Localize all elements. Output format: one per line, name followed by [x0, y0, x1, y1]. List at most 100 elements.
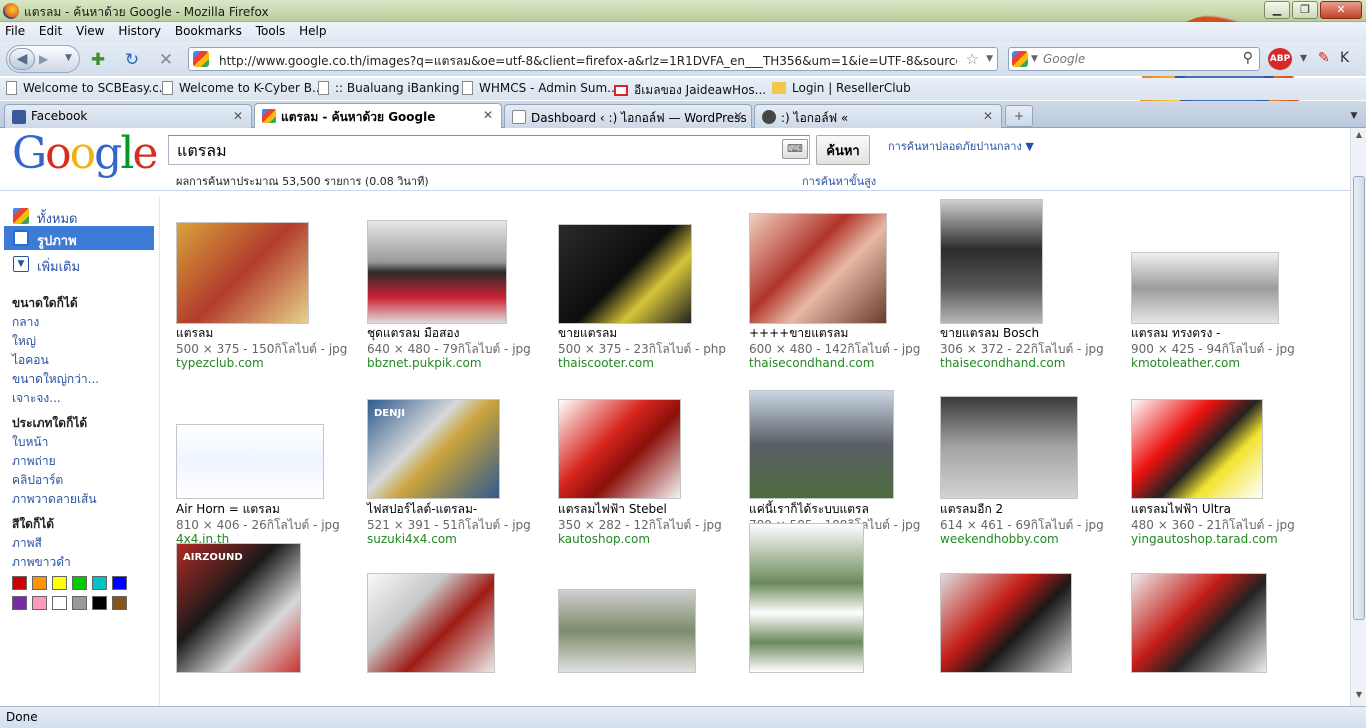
tab-facebook[interactable]: Facebook ✕ — [4, 104, 252, 128]
sidebar-item-all[interactable]: ทั้งหมด — [4, 204, 154, 228]
result-thumbnail[interactable]: AIRZOUND — [176, 543, 301, 673]
color-swatch[interactable] — [12, 596, 27, 610]
addon-icon[interactable]: ✎ — [1318, 50, 1330, 66]
sidebar-item-images[interactable]: รูปภาพ — [4, 226, 154, 250]
browser-search-input[interactable] — [1043, 51, 1233, 67]
search-button[interactable]: ค้นหา — [816, 135, 870, 165]
scroll-up-icon[interactable]: ▲ — [1353, 130, 1365, 144]
result-thumbnail[interactable] — [176, 222, 309, 324]
scroll-down-icon[interactable]: ▼ — [1353, 690, 1365, 704]
url-dropdown-icon[interactable]: ▼ — [986, 54, 993, 64]
url-text[interactable]: http://www.google.co.th/images?q=แตรลม&o… — [219, 52, 957, 71]
close-window-button[interactable]: ✕ — [1320, 1, 1362, 19]
type-filter-lineart[interactable]: ภาพวาดลายเส้น — [12, 490, 97, 509]
abp-dropdown-icon[interactable]: ▾ — [1300, 50, 1307, 66]
history-dropdown-icon[interactable]: ▼ — [65, 53, 72, 63]
color-swatch[interactable] — [72, 596, 87, 610]
color-swatch[interactable] — [52, 596, 67, 610]
browser-search-bar[interactable]: ▼ ⚲ — [1008, 47, 1260, 71]
size-filter-medium[interactable]: กลาง — [12, 313, 39, 332]
result-thumbnail[interactable] — [749, 213, 887, 324]
bookmark-item[interactable]: WHMCS - Admin Sum... — [462, 81, 619, 95]
close-tab-icon[interactable]: ✕ — [483, 108, 493, 122]
result-thumbnail[interactable] — [558, 399, 681, 499]
bookmark-item[interactable]: Welcome to SCBEasy.c... — [6, 81, 170, 95]
tab-wordpress-dashboard[interactable]: Dashboard ‹ :) ไอกอล์ฟ — WordPress ✕ — [504, 104, 752, 128]
bookmark-item[interactable]: :: Bualuang iBanking :: — [318, 81, 471, 95]
menu-file[interactable]: File — [0, 22, 30, 38]
type-filter-clipart[interactable]: คลิปอาร์ต — [12, 471, 63, 490]
back-button[interactable]: ◀ — [9, 48, 35, 70]
color-swatch[interactable] — [52, 576, 67, 590]
menu-tools[interactable]: Tools — [251, 22, 291, 38]
result-thumbnail[interactable] — [367, 573, 495, 673]
search-query-input[interactable] — [177, 141, 737, 161]
bookmark-star-icon[interactable]: ☆ — [966, 50, 979, 68]
result-domain[interactable]: typezclub.com — [176, 356, 264, 370]
search-engine-icon[interactable] — [1012, 51, 1028, 67]
result-domain[interactable]: kmotoleather.com — [1131, 356, 1240, 370]
bookmark-item[interactable]: Login | ResellerClub — [772, 81, 911, 95]
new-tab-button[interactable]: + — [1005, 105, 1033, 127]
result-domain[interactable]: bbznet.pukpik.com — [367, 356, 482, 370]
minimize-button[interactable]: ▁ — [1264, 1, 1290, 19]
result-thumbnail[interactable] — [558, 589, 696, 673]
menu-help[interactable]: Help — [294, 22, 331, 38]
size-filter-icon[interactable]: ไอคอน — [12, 351, 49, 370]
result-domain[interactable]: suzuki4x4.com — [367, 532, 457, 546]
url-bar[interactable]: http://www.google.co.th/images?q=แตรลม&o… — [188, 47, 998, 71]
result-thumbnail[interactable] — [367, 220, 507, 324]
result-thumbnail[interactable] — [558, 224, 692, 324]
type-filter-face[interactable]: ใบหน้า — [12, 433, 48, 452]
result-thumbnail[interactable] — [940, 199, 1043, 324]
result-thumbnail[interactable] — [940, 396, 1078, 499]
color-swatch[interactable] — [72, 576, 87, 590]
result-thumbnail[interactable] — [1131, 252, 1279, 324]
result-domain[interactable]: thaisecondhand.com — [940, 356, 1065, 370]
menu-history[interactable]: History — [113, 22, 166, 38]
result-thumbnail[interactable] — [749, 390, 894, 499]
search-icon[interactable]: ⚲ — [1243, 50, 1253, 66]
reload-icon[interactable]: ↻ — [122, 50, 142, 70]
menu-edit[interactable]: Edit — [34, 22, 67, 38]
result-domain[interactable]: weekendhobby.com — [940, 532, 1059, 546]
scrollbar-thumb[interactable] — [1353, 176, 1365, 620]
adblock-plus-icon[interactable]: ABP — [1268, 48, 1292, 70]
result-domain[interactable]: thaiscooter.com — [558, 356, 654, 370]
close-tab-icon[interactable]: ✕ — [233, 109, 243, 123]
advanced-search-link[interactable]: การค้นหาขั้นสูง — [802, 172, 876, 190]
menu-view[interactable]: View — [71, 22, 109, 38]
color-filter-bw[interactable]: ภาพขาวดำ — [12, 553, 71, 572]
result-thumbnail[interactable] — [1131, 399, 1263, 499]
search-query-box[interactable] — [168, 135, 810, 165]
size-filter-exact[interactable]: เจาะจง... — [12, 389, 61, 408]
bookmark-item[interactable]: Welcome to K-Cyber B... — [162, 81, 323, 95]
color-filter-color[interactable]: ภาพสี — [12, 534, 42, 553]
menu-bookmarks[interactable]: Bookmarks — [170, 22, 247, 38]
color-swatch[interactable] — [92, 596, 107, 610]
result-domain[interactable]: thaisecondhand.com — [749, 356, 874, 370]
result-thumbnail[interactable] — [749, 523, 864, 673]
google-logo[interactable]: Google — [12, 128, 158, 179]
color-swatch[interactable] — [12, 576, 27, 590]
forward-button[interactable]: ▶ — [39, 52, 48, 66]
close-tab-icon[interactable]: ✕ — [733, 109, 743, 123]
keyboard-icon[interactable]: ⌨ — [782, 139, 808, 159]
result-domain[interactable]: kautoshop.com — [558, 532, 650, 546]
result-thumbnail[interactable]: DENJI — [367, 399, 500, 499]
tab-list-icon[interactable]: ▼ — [1346, 106, 1362, 126]
tab-blog[interactable]: :) ไอกอล์ฟ « ✕ — [754, 104, 1002, 128]
bookmark-item[interactable]: อีเมลของ JaideawHos... — [614, 81, 766, 100]
maximize-button[interactable]: ❐ — [1292, 1, 1318, 19]
result-thumbnail[interactable] — [1131, 573, 1267, 673]
safesearch-dropdown[interactable]: การค้นหาปลอดภัยปานกลาง ▼ — [888, 137, 1034, 155]
size-filter-larger[interactable]: ขนาดใหญ่กว่า... — [12, 370, 99, 389]
sidebar-item-more[interactable]: ▼ เพิ่มเติม — [4, 252, 154, 276]
result-domain[interactable]: yingautoshop.tarad.com — [1131, 532, 1278, 546]
result-thumbnail[interactable] — [940, 573, 1072, 673]
color-swatch[interactable] — [92, 576, 107, 590]
color-swatch[interactable] — [112, 576, 127, 590]
color-swatch[interactable] — [112, 596, 127, 610]
tab-google-images[interactable]: แตรลม - ค้นหาด้วย Google ✕ — [254, 103, 502, 129]
type-filter-photo[interactable]: ภาพถ่าย — [12, 452, 56, 471]
